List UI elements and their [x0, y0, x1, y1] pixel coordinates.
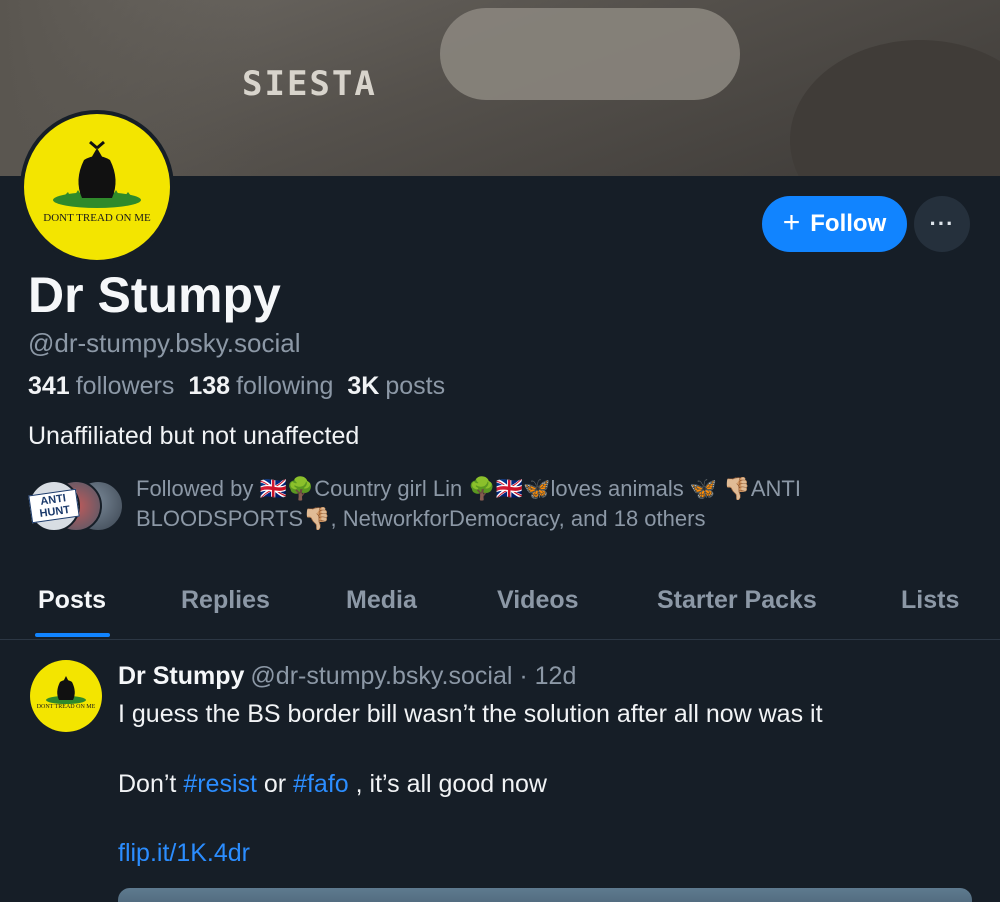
trash-bag-icon	[53, 140, 141, 208]
hashtag-link[interactable]: #resist	[183, 770, 257, 798]
post-text-segment: or	[256, 770, 294, 798]
tab-videos[interactable]: Videos	[497, 586, 579, 615]
follower-avatar: ANTI HUNT	[28, 480, 80, 532]
tab-media[interactable]: Media	[346, 586, 417, 615]
banner-text: SIESTA	[242, 64, 377, 104]
follow-button[interactable]: + Follow	[762, 196, 907, 252]
post-text-line: Don’t #resist or #fafo , it’s all good n…	[118, 770, 547, 799]
followers-stat[interactable]: 341 followers	[28, 372, 174, 401]
profile-bio: Unaffiliated but not unaffected	[28, 422, 360, 450]
profile-tabs: Posts Replies Media Videos Starter Packs…	[0, 568, 1000, 640]
post-text-segment: , it’s all good now	[348, 770, 547, 798]
active-tab-indicator	[35, 633, 110, 637]
banner-shape	[790, 40, 1000, 176]
post-avatar-caption: DONT TREAD ON ME	[36, 704, 96, 710]
profile-avatar[interactable]: DONT TREAD ON ME	[20, 110, 174, 264]
posts-stat: 3K posts	[347, 372, 445, 401]
trash-bag-icon	[46, 676, 86, 704]
followers-label: followers	[75, 372, 175, 400]
following-count: 138	[188, 372, 231, 400]
posts-label: posts	[385, 372, 446, 400]
ellipsis-icon: ···	[929, 211, 955, 236]
post-author-avatar[interactable]: DONT TREAD ON ME	[30, 660, 102, 732]
avatar-caption: DONT TREAD ON ME	[43, 212, 151, 224]
hashtag-link[interactable]: #fafo	[293, 770, 349, 798]
plus-icon: +	[782, 205, 801, 239]
post-text-segment: Don’t	[118, 770, 184, 798]
tab-posts[interactable]: Posts	[38, 586, 106, 615]
followed-by-text[interactable]: Followed by 🇬🇧🌳Country girl Lin 🌳🇬🇧🦋love…	[136, 474, 936, 534]
more-options-button[interactable]: ···	[914, 196, 970, 252]
follower-avatar-badge: ANTI HUNT	[28, 488, 80, 524]
following-stat[interactable]: 138 following	[188, 372, 333, 401]
profile-stats: 341 followers 138 following 3K posts	[28, 372, 445, 401]
banner-shape	[440, 8, 740, 100]
tab-replies[interactable]: Replies	[181, 586, 270, 615]
followed-by-avatars[interactable]: ANTI HUNT	[28, 480, 128, 532]
tab-starter-packs[interactable]: Starter Packs	[657, 586, 817, 615]
follow-label: Follow	[810, 210, 887, 237]
post-link[interactable]: flip.it/1K.4dr	[118, 839, 250, 868]
post-author-name[interactable]: Dr Stumpy	[118, 662, 244, 690]
link-preview-card[interactable]	[118, 888, 972, 902]
profile-handle: @dr-stumpy.bsky.social	[28, 328, 301, 358]
followers-count: 341	[28, 372, 70, 400]
post-text-line: I guess the BS border bill wasn’t the so…	[118, 700, 823, 728]
post-author-handle[interactable]: @dr-stumpy.bsky.social	[250, 662, 512, 690]
display-name: Dr Stumpy	[28, 267, 281, 323]
following-label: following	[236, 372, 334, 400]
post-timestamp[interactable]: · 12d	[519, 662, 576, 690]
posts-count: 3K	[347, 372, 380, 400]
post-header: Dr Stumpy @dr-stumpy.bsky.social · 12d	[118, 662, 576, 691]
tab-lists[interactable]: Lists	[901, 586, 959, 615]
